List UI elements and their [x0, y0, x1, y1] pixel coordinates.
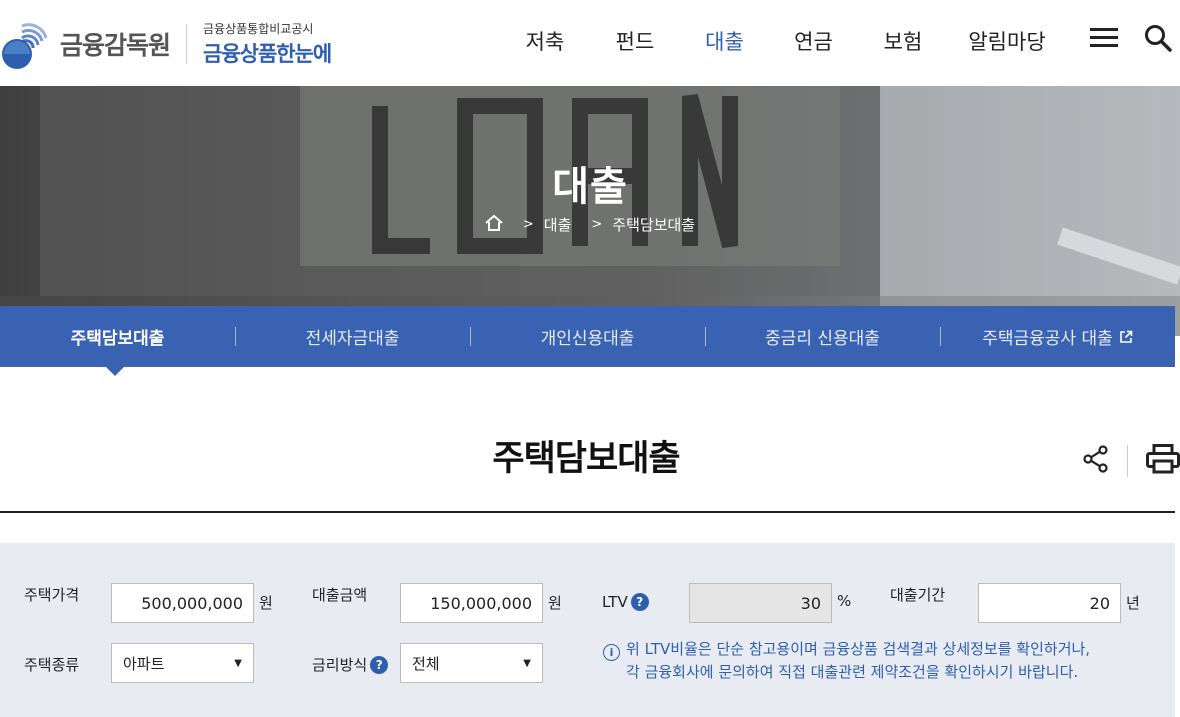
breadcrumb-mortgage[interactable]: 주택담보대출: [612, 214, 695, 235]
house-type-select[interactable]: 아파트 ▼: [111, 643, 254, 683]
notice-text-1: 위 LTV비율은 단순 참고용이며 금융상품 검색결과 상세정보를 확인하거나,: [626, 640, 1091, 658]
breadcrumb: > 대출 > 주택담보대출: [0, 214, 1180, 235]
ltv-label-group: LTV ?: [602, 593, 649, 611]
ltv-help-icon[interactable]: ?: [630, 593, 649, 611]
service-subtitle: 금융상품통합비교공시: [203, 22, 314, 36]
tab-label: 중금리 신용대출: [765, 329, 880, 349]
nav-notice[interactable]: 알림마당: [948, 26, 1066, 56]
loan-subnav: 주택담보대출 전세자금대출 개인신용대출 중금리 신용대출 주택금융공사 대출: [0, 306, 1175, 367]
hero-banner: 대출 > 대출 > 주택담보대출: [0, 86, 1180, 336]
main-nav: 저축 펀드 대출 연금 보험 알림마당: [500, 26, 1066, 56]
caret-down-icon: ▼: [234, 657, 242, 669]
loan-amount-unit: 원: [548, 594, 562, 612]
house-type-value: 아파트: [123, 654, 165, 673]
title-divider: [0, 511, 1175, 513]
nav-insurance[interactable]: 보험: [858, 26, 948, 56]
tab-mid-rate-credit-loan[interactable]: 중금리 신용대출: [705, 306, 940, 367]
rate-type-value: 전체: [412, 654, 440, 673]
logo-text: 금융감독원: [60, 31, 171, 60]
rate-type-label-group: 금리방식 ?: [312, 654, 389, 675]
nav-pension[interactable]: 연금: [769, 26, 858, 56]
notice-text-2: 각 금융회사에 문의하여 직접 대출관련 제약조건을 확인하시기 바랍니다.: [626, 663, 1079, 681]
tab-label: 개인신용대출: [540, 329, 635, 349]
loan-search-form: [0, 543, 1175, 717]
nav-savings[interactable]: 저축: [500, 26, 590, 56]
tab-mortgage-loan[interactable]: 주택담보대출: [0, 306, 235, 367]
tab-label: 전세자금대출: [305, 329, 400, 349]
fss-logo-icon: [0, 18, 48, 70]
breadcrumb-separator: >: [522, 217, 534, 232]
service-logo: 금융상품통합비교공시 금융상품한눈에: [203, 20, 332, 68]
loan-amount-label: 대출금액: [312, 586, 368, 604]
caret-down-icon: ▼: [523, 657, 531, 669]
loan-term-unit: 년: [1126, 594, 1140, 612]
hero-title: 대출: [552, 164, 628, 210]
action-divider: [1127, 445, 1128, 477]
ltv-unit: %: [837, 592, 852, 610]
house-price-unit: 원: [259, 594, 273, 612]
ltv-label: LTV: [602, 593, 628, 611]
nav-loan[interactable]: 대출: [680, 26, 769, 56]
site-logo[interactable]: 금융감독원 금융상품통합비교공시 금융상품한눈에: [0, 18, 332, 70]
house-price-label: 주택가격: [24, 586, 80, 604]
header-tools: [1090, 24, 1172, 56]
loan-amount-input[interactable]: 150,000,000: [400, 583, 543, 623]
share-icon[interactable]: [1083, 445, 1109, 477]
site-header: 금융감독원 금융상품통합비교공시 금융상품한눈에 저축 펀드 대출 연금 보험 …: [0, 0, 1180, 86]
print-icon[interactable]: [1146, 444, 1180, 478]
rate-type-label: 금리방식: [312, 656, 368, 674]
breadcrumb-separator: >: [591, 217, 603, 232]
rate-type-select[interactable]: 전체 ▼: [400, 643, 543, 683]
service-title: 금융상품한눈에: [203, 42, 332, 66]
info-icon: i: [603, 644, 620, 661]
tab-label: 주택금융공사 대출: [982, 329, 1113, 349]
nav-fund[interactable]: 펀드: [590, 26, 680, 56]
menu-icon[interactable]: [1090, 27, 1118, 53]
ltv-notice: i 위 LTV비율은 단순 참고용이며 금융상품 검색결과 상세정보를 확인하거나…: [603, 638, 1090, 684]
breadcrumb-loan[interactable]: 대출: [544, 214, 572, 235]
search-icon[interactable]: [1144, 24, 1172, 56]
logo-divider: [186, 24, 188, 64]
loan-term-input[interactable]: 20: [978, 583, 1121, 623]
rate-type-help-icon[interactable]: ?: [370, 655, 389, 674]
tab-hf-loan[interactable]: 주택금융공사 대출: [940, 306, 1175, 367]
tab-personal-credit-loan[interactable]: 개인신용대출: [470, 306, 705, 367]
home-icon[interactable]: [485, 214, 503, 235]
external-link-icon: [1119, 330, 1133, 344]
tab-jeonse-loan[interactable]: 전세자금대출: [235, 306, 470, 367]
active-tab-indicator: [106, 367, 124, 376]
tab-label: 주택담보대출: [70, 329, 165, 349]
notice-line-1: i 위 LTV비율은 단순 참고용이며 금융상품 검색결과 상세정보를 확인하거나…: [603, 638, 1090, 661]
loan-term-label: 대출기간: [890, 586, 946, 604]
page-title: 주택담보대출: [492, 439, 680, 479]
ltv-input: 30: [689, 583, 832, 623]
house-price-input[interactable]: 500,000,000: [111, 583, 254, 623]
page-actions: [1083, 444, 1180, 478]
house-type-label: 주택종류: [24, 656, 80, 674]
